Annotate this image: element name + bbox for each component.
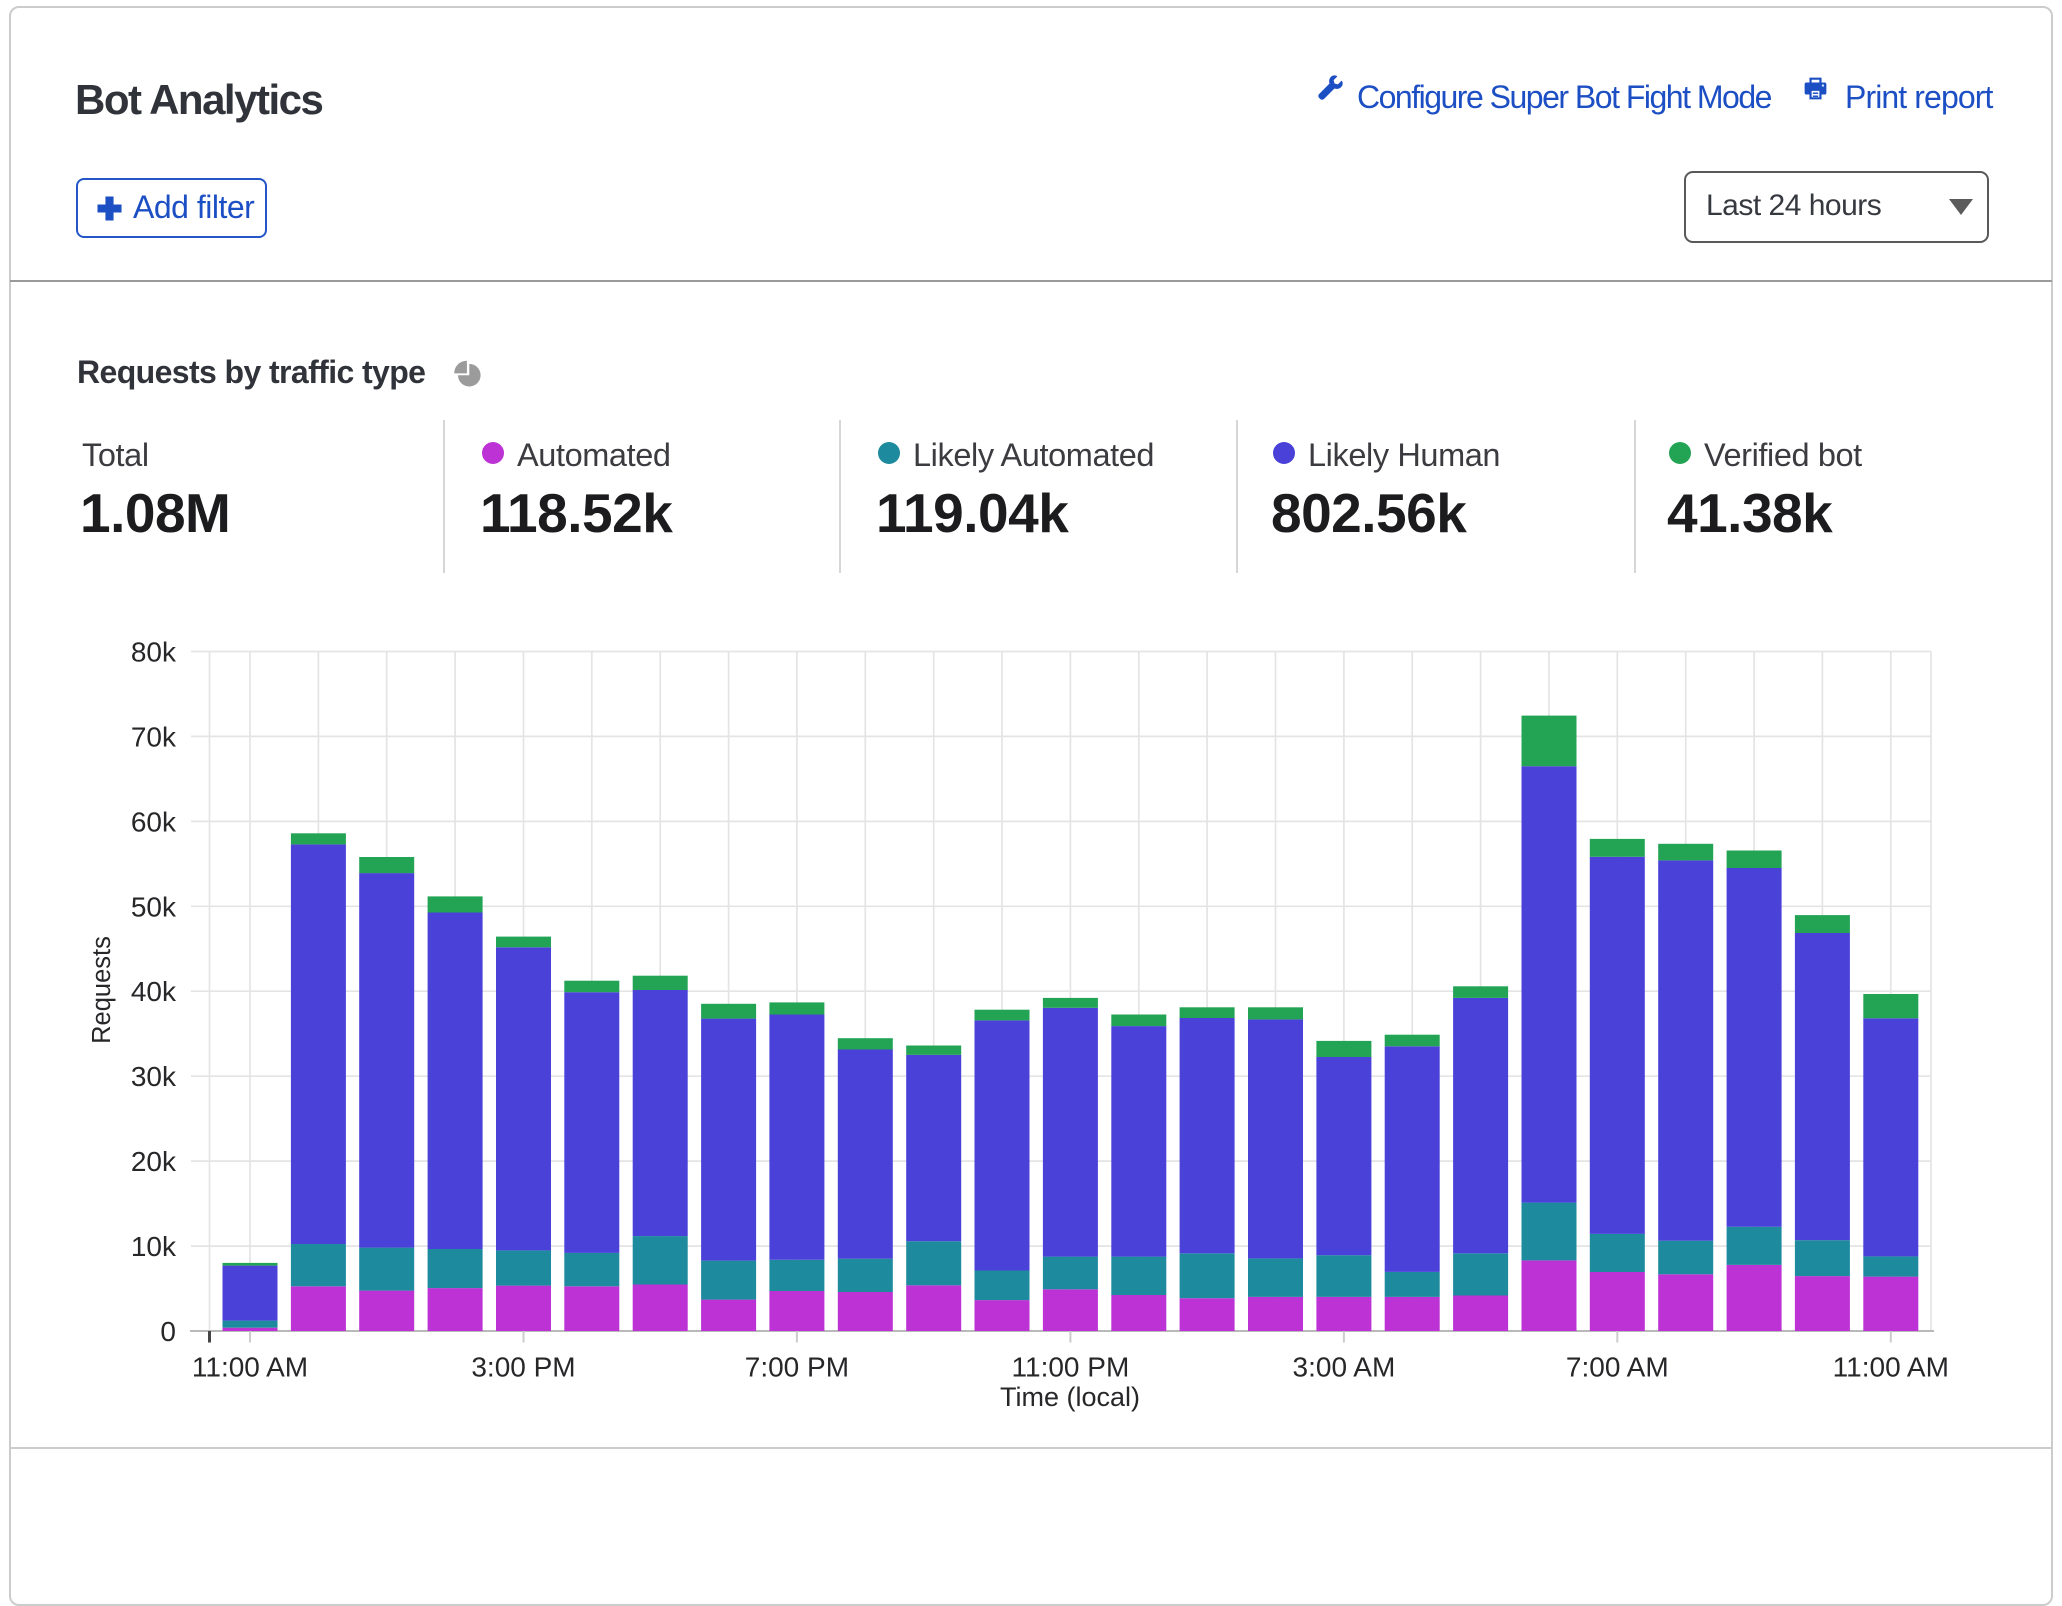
svg-text:3:00 AM: 3:00 AM [1293,1352,1396,1383]
svg-text:11:00 AM: 11:00 AM [192,1352,308,1383]
svg-text:7:00 PM: 7:00 PM [745,1352,849,1383]
svg-text:30k: 30k [131,1061,177,1092]
svg-text:40k: 40k [131,976,177,1007]
svg-text:0: 0 [160,1316,176,1347]
svg-text:3:00 PM: 3:00 PM [471,1352,575,1383]
svg-text:80k: 80k [131,637,177,668]
svg-text:70k: 70k [131,721,177,752]
svg-text:Requests: Requests [88,936,116,1044]
svg-text:7:00 AM: 7:00 AM [1566,1352,1669,1383]
svg-text:20k: 20k [131,1146,177,1177]
svg-text:11:00 AM: 11:00 AM [1833,1352,1949,1383]
svg-text:60k: 60k [131,806,177,837]
svg-text:50k: 50k [131,891,177,922]
svg-text:Time (local): Time (local) [1000,1382,1140,1412]
svg-text:11:00 PM: 11:00 PM [1012,1352,1130,1383]
svg-text:10k: 10k [131,1231,177,1262]
